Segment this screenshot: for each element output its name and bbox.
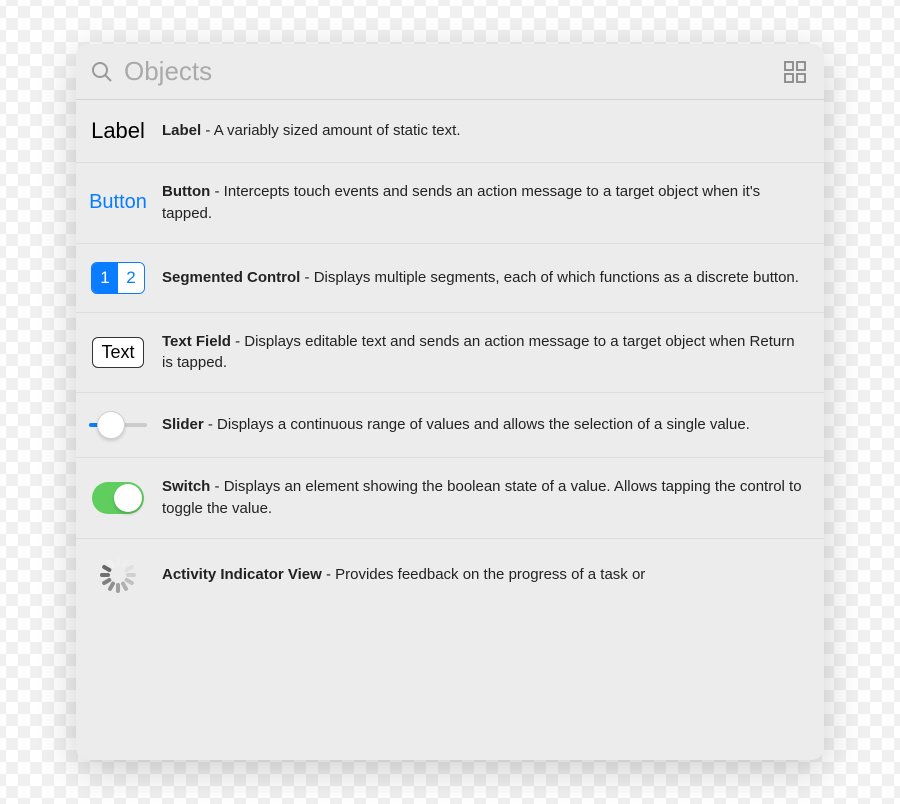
object-library-panel: Label Label - A variably sized amount of… <box>76 44 824 760</box>
slider-thumb <box>86 411 150 439</box>
grid-view-icon[interactable] <box>784 61 806 83</box>
list-item[interactable]: Label Label - A variably sized amount of… <box>76 100 824 163</box>
list-item[interactable]: Switch - Displays an element showing the… <box>76 458 824 539</box>
button-thumb: Button <box>86 191 150 214</box>
segmented-control-icon: 1 2 <box>91 262 145 294</box>
segmented-thumb: 1 2 <box>86 262 150 294</box>
item-description: Segmented Control - Displays multiple se… <box>162 267 808 289</box>
list-item[interactable]: 1 2 Segmented Control - Displays multipl… <box>76 244 824 313</box>
item-description: Label - A variably sized amount of stati… <box>162 120 808 142</box>
item-description: Switch - Displays an element showing the… <box>162 476 808 520</box>
textfield-icon: Text <box>92 337 143 368</box>
item-description: Activity Indicator View - Provides feedb… <box>162 564 808 586</box>
spinner-thumb <box>86 557 150 593</box>
search-icon <box>90 60 114 84</box>
button-icon: Button <box>89 191 147 214</box>
item-description: Text Field - Displays editable text and … <box>162 331 808 375</box>
list-item[interactable]: Activity Indicator View - Provides feedb… <box>76 539 824 593</box>
header <box>76 44 824 100</box>
list-item[interactable]: Slider - Displays a continuous range of … <box>76 393 824 458</box>
activity-indicator-icon <box>100 557 136 593</box>
list-item[interactable]: Button Button - Intercepts touch events … <box>76 163 824 244</box>
label-icon: Label <box>91 118 145 144</box>
slider-icon <box>89 411 147 439</box>
list-item[interactable]: Text Text Field - Displays editable text… <box>76 313 824 394</box>
switch-icon <box>92 482 144 514</box>
label-thumb: Label <box>86 118 150 144</box>
item-description: Slider - Displays a continuous range of … <box>162 414 808 436</box>
switch-thumb <box>86 482 150 514</box>
search-input[interactable] <box>124 56 774 87</box>
item-description: Button - Intercepts touch events and sen… <box>162 181 808 225</box>
objects-list: Label Label - A variably sized amount of… <box>76 100 824 760</box>
textfield-thumb: Text <box>86 337 150 368</box>
